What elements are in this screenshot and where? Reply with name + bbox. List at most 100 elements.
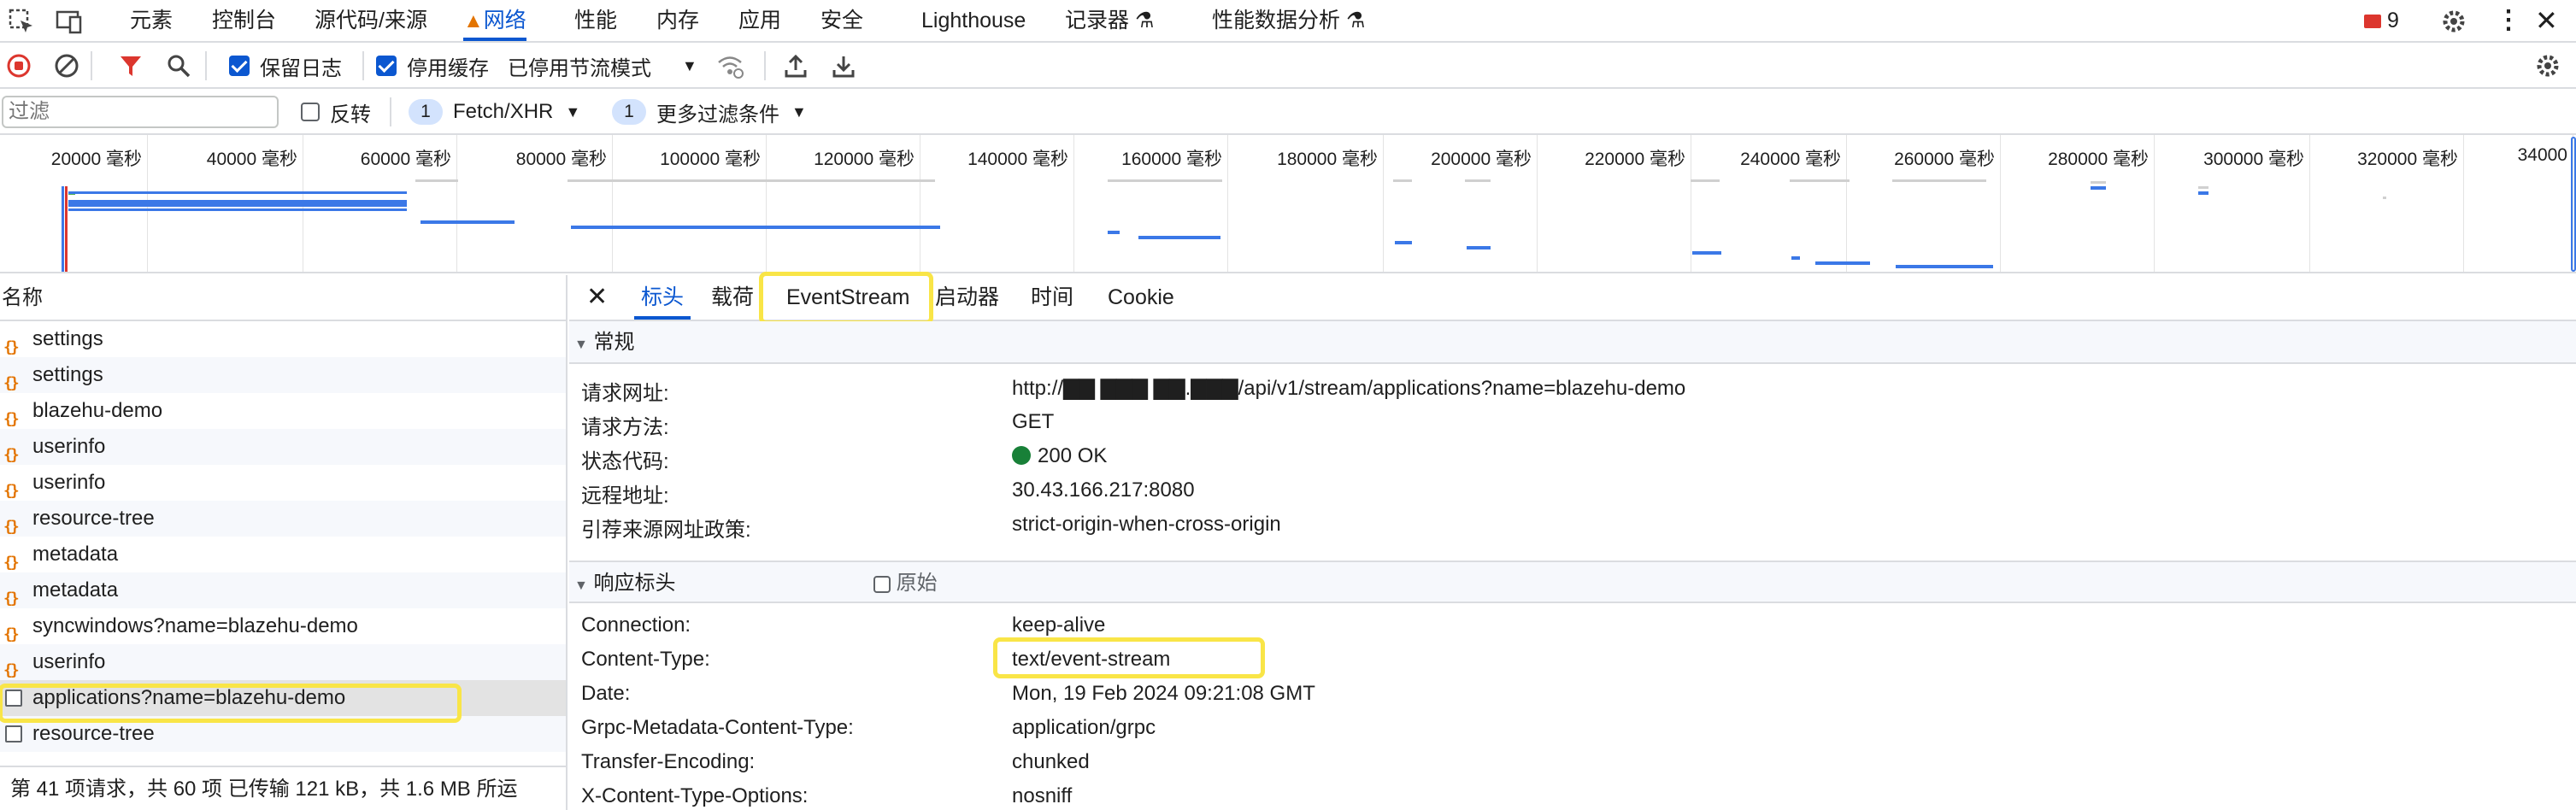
status-code-value: 200 OK bbox=[1012, 444, 1107, 468]
request-row[interactable]: {} metadata bbox=[0, 537, 566, 572]
filter-icon[interactable] bbox=[118, 53, 144, 79]
request-name: settings bbox=[32, 327, 103, 350]
more-filters-dropdown[interactable]: 1 更多过滤条件 ▼ bbox=[612, 89, 807, 135]
request-row[interactable]: {} settings bbox=[0, 357, 566, 393]
request-bar bbox=[1138, 236, 1220, 239]
chevron-down-icon: ▼ bbox=[565, 103, 581, 120]
timeline-tick-label: 320000 毫秒 bbox=[2357, 150, 2458, 169]
header-value: nosniff bbox=[1012, 784, 1073, 807]
request-row[interactable]: {} userinfo bbox=[0, 644, 566, 680]
tab-payload[interactable]: 载荷 bbox=[711, 275, 754, 320]
more-filters-label: 更多过滤条件 bbox=[656, 103, 779, 126]
error-icon bbox=[2364, 15, 2381, 28]
disable-cache-checkbox[interactable]: 停用缓存 bbox=[376, 43, 489, 89]
request-row[interactable]: {} userinfo bbox=[0, 429, 566, 465]
tab-console[interactable]: 控制台 bbox=[212, 0, 276, 41]
request-bar bbox=[1395, 241, 1412, 244]
throttling-select[interactable]: 已停用节流模式 ▼ bbox=[508, 43, 697, 89]
request-waiting-bar bbox=[415, 179, 458, 182]
timeline-gridline bbox=[766, 135, 767, 272]
tab-initiator[interactable]: 启动器 bbox=[935, 275, 999, 320]
request-name: blazehu-demo bbox=[32, 399, 163, 422]
network-toolbar: 保留日志 停用缓存 已停用节流模式 ▼ bbox=[0, 43, 2576, 89]
network-overview-timeline[interactable]: 20000 毫秒 40000 毫秒 60000 毫秒 80000 毫秒 100000 毫… bbox=[0, 135, 2576, 273]
request-bar bbox=[1791, 256, 1800, 260]
tab-cookies[interactable]: Cookie bbox=[1108, 275, 1174, 320]
tab-memory[interactable]: 内存 bbox=[656, 0, 699, 41]
request-detail-panel: ✕ 标头 载荷 EventStream 启动器 时间 Cookie ▼ 常规 请… bbox=[569, 272, 2576, 810]
tab-application[interactable]: 应用 bbox=[738, 0, 781, 41]
resource-type-filter-dropdown[interactable]: 1 Fetch/XHR ▼ bbox=[409, 89, 580, 135]
general-section-header[interactable]: ▼ 常规 bbox=[569, 321, 2576, 364]
divider bbox=[362, 51, 364, 80]
request-row[interactable]: {} resource-tree bbox=[0, 501, 566, 537]
chevron-down-icon: ▼ bbox=[682, 56, 697, 74]
timeline-gridline bbox=[1073, 135, 1074, 272]
raw-toggle[interactable]: 原始 bbox=[873, 562, 938, 605]
request-row[interactable]: {} settings bbox=[0, 321, 566, 357]
import-har-upload-icon[interactable] bbox=[783, 53, 809, 79]
inspect-element-icon[interactable] bbox=[7, 7, 36, 36]
general-section-title: 常规 bbox=[593, 331, 635, 354]
disable-cache-label: 停用缓存 bbox=[407, 56, 489, 80]
more-options-icon[interactable]: ⋮ bbox=[2496, 0, 2521, 41]
search-icon[interactable] bbox=[166, 53, 191, 79]
timeline-tick-label: 34000 bbox=[2517, 145, 2567, 165]
tab-security[interactable]: 安全 bbox=[820, 0, 863, 41]
request-bar bbox=[2198, 191, 2208, 195]
timeline-gridline bbox=[1383, 135, 1384, 272]
flask-icon: ⚗ bbox=[1134, 9, 1155, 32]
issues-count: 9 bbox=[2386, 9, 2399, 32]
network-settings-gear-icon[interactable] bbox=[2533, 51, 2562, 80]
timeline-tick-label: 300000 毫秒 bbox=[2203, 150, 2304, 169]
close-devtools-icon[interactable]: ✕ bbox=[2535, 0, 2558, 41]
export-har-download-icon[interactable] bbox=[831, 53, 856, 79]
highlight-box bbox=[0, 684, 462, 723]
tab-lighthouse[interactable]: Lighthouse bbox=[921, 0, 1026, 41]
invert-checkbox[interactable]: 反转 bbox=[301, 89, 371, 135]
header-key: Connection: bbox=[581, 613, 691, 637]
tab-performance-insights[interactable]: 性能数据分析 ⚗ bbox=[1212, 0, 1365, 41]
clear-icon[interactable] bbox=[55, 54, 79, 78]
device-toolbar-icon[interactable] bbox=[55, 7, 84, 36]
tab-network[interactable]: ▲网络 bbox=[463, 0, 526, 41]
request-row[interactable]: {} userinfo bbox=[0, 465, 566, 501]
preserve-log-checkbox[interactable]: 保留日志 bbox=[229, 43, 342, 89]
stop-recording-icon[interactable] bbox=[7, 54, 31, 78]
close-detail-icon[interactable]: ✕ bbox=[586, 275, 608, 320]
header-key: Grpc-Metadata-Content-Type: bbox=[581, 716, 854, 739]
timeline-gridline bbox=[1846, 135, 1847, 272]
request-row[interactable]: {} blazehu-demo bbox=[0, 393, 566, 429]
filter-input[interactable] bbox=[2, 96, 279, 128]
tab-sources[interactable]: 源代码/来源 bbox=[315, 0, 427, 41]
request-name: syncwindows?name=blazehu-demo bbox=[32, 614, 358, 637]
tab-performance[interactable]: 性能 bbox=[574, 0, 617, 41]
timeline-tick-label: 280000 毫秒 bbox=[2048, 150, 2149, 169]
timeline-tick-label: 240000 毫秒 bbox=[1740, 150, 1841, 169]
request-name: resource-tree bbox=[32, 507, 155, 530]
name-column-header[interactable]: 名称 bbox=[0, 275, 566, 321]
tab-headers[interactable]: 标头 bbox=[634, 275, 691, 320]
request-bar bbox=[2091, 186, 2106, 190]
settings-gear-icon[interactable] bbox=[2439, 7, 2468, 36]
tab-timing[interactable]: 时间 bbox=[1031, 275, 1073, 320]
preserve-log-label: 保留日志 bbox=[260, 56, 342, 80]
network-conditions-wifi-icon[interactable] bbox=[716, 53, 744, 79]
raw-label: 原始 bbox=[896, 572, 938, 595]
divider bbox=[764, 51, 766, 80]
response-headers-section-header[interactable]: ▼ 响应标头 原始 bbox=[569, 561, 2576, 603]
warning-icon: ▲ bbox=[463, 9, 484, 32]
request-bar bbox=[68, 191, 407, 194]
request-bar bbox=[68, 200, 407, 207]
timeline-gridline bbox=[612, 135, 613, 272]
request-waiting-bar bbox=[1790, 179, 1850, 182]
overview-window-handle[interactable] bbox=[2571, 137, 2576, 272]
tab-recorder[interactable]: 记录器 ⚗ bbox=[1065, 0, 1154, 41]
request-row[interactable]: {} syncwindows?name=blazehu-demo bbox=[0, 608, 566, 644]
tab-elements[interactable]: 元素 bbox=[130, 0, 173, 41]
referrer-policy-key: 引荐来源网址政策: bbox=[581, 519, 751, 542]
timeline-tick-label: 200000 毫秒 bbox=[1431, 150, 1532, 169]
request-row[interactable]: {} metadata bbox=[0, 572, 566, 608]
highlight-box bbox=[759, 272, 933, 325]
issues-counter[interactable]: 9 bbox=[2364, 0, 2399, 41]
